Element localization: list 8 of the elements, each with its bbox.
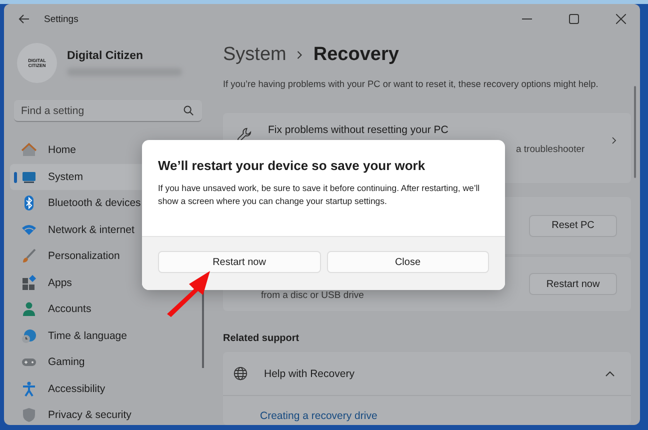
- window-title: Settings: [44, 14, 78, 24]
- account-name: Digital Citizen: [67, 50, 144, 62]
- card-title: Fix problems without resetting your PC: [268, 124, 450, 136]
- card-subtitle: from a disc or USB drive: [260, 290, 365, 300]
- card-subtitle: a troubleshooter: [515, 144, 586, 155]
- page-title: Recovery: [313, 44, 399, 66]
- page-description: If you’re having problems with your PC or want to reset it, these recovery options might help.: [223, 79, 600, 89]
- section-heading: Related support: [223, 333, 300, 344]
